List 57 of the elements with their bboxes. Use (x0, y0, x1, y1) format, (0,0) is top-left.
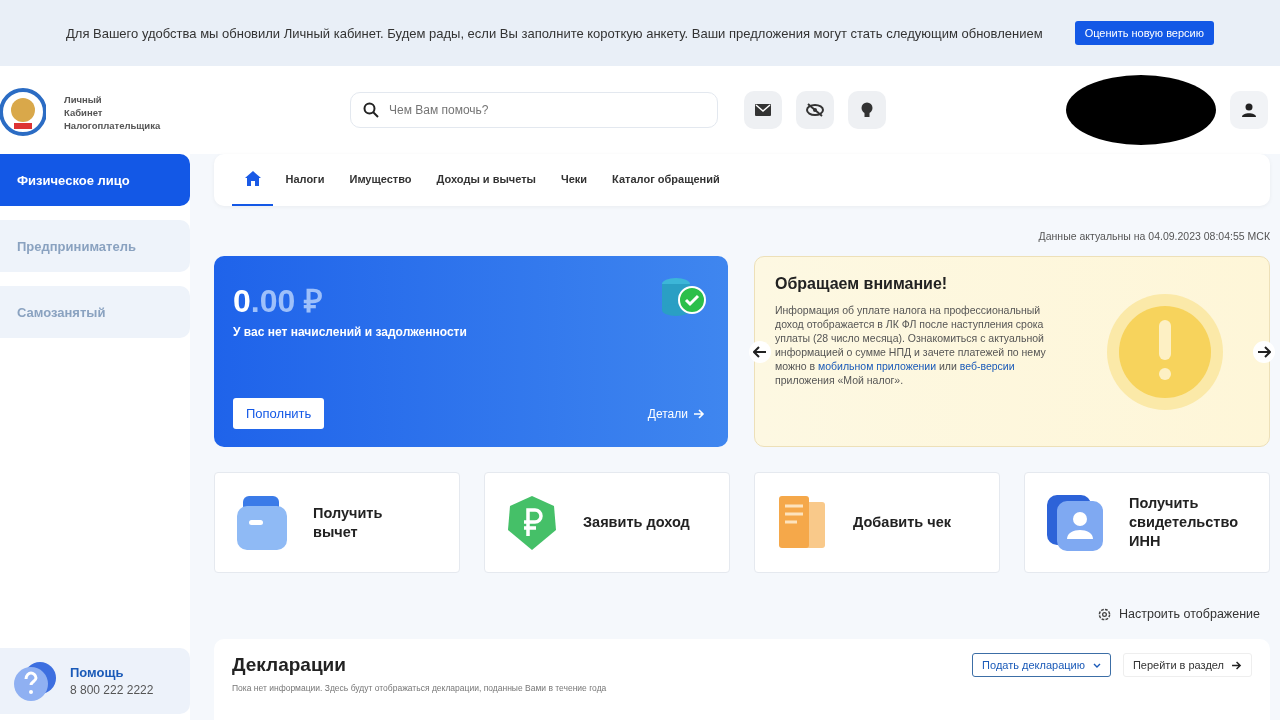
nav-tab[interactable]: Налоги (273, 154, 337, 206)
arrow-right-icon (1232, 660, 1242, 670)
action-label: Получить вычет (313, 503, 384, 542)
wallet-icon (235, 493, 289, 552)
balance-amount: 0.00 ₽ (233, 282, 324, 321)
empty-state-text: Пока нет информации. Здесь будут отображаться декларации, поданные Вами в течение года (232, 683, 608, 693)
logo-text: Личный (64, 92, 103, 106)
action-label: Добавить чек (853, 513, 951, 532)
action-card[interactable]: Добавить чек (754, 472, 1000, 573)
mail-icon[interactable] (744, 91, 782, 129)
previous-arrow-button[interactable] (749, 341, 771, 363)
arrow-left-icon (753, 346, 767, 358)
details-link[interactable]: Детали (647, 406, 705, 421)
display-settings-link[interactable]: Настроить отображение (1098, 605, 1260, 623)
app-link[interactable]: мобильном приложении (818, 360, 937, 372)
search-field[interactable]: Чем Вам помочь? (350, 92, 718, 128)
exclamation-icon (1105, 291, 1225, 412)
chevron-down-icon (1092, 662, 1101, 668)
help-card[interactable]: Помощь 8 800 222 2222 (0, 648, 190, 714)
nav-tab[interactable]: Чеки (548, 154, 600, 206)
lightbulb-icon[interactable] (848, 91, 886, 129)
sidebar-item[interactable]: Физическое лицо (0, 154, 190, 206)
action-card[interactable]: Получить вычет (214, 472, 460, 573)
balance-caption: У вас нет начислений и задолженности (233, 325, 467, 339)
logo-text: Кабинет (64, 105, 104, 119)
action-label: Заявить доход (583, 513, 690, 532)
help-phone: 8 800 222 2222 (70, 683, 154, 697)
help-title: Помощь (70, 665, 125, 680)
data-updated-text: Данные актуальны на 04.09.2023 08:04:55 МСК (1037, 229, 1270, 244)
user-icon[interactable] (1230, 91, 1268, 129)
action-card[interactable]: Заявить доход (484, 472, 730, 573)
top-up-button[interactable]: Пополнить (233, 398, 325, 429)
rate-version-button[interactable]: Оценить новую версию (1074, 21, 1214, 45)
nav-tab[interactable]: Доходы и вычеты (424, 154, 549, 206)
question-icon (12, 660, 58, 702)
arrow-right-icon (1257, 346, 1271, 358)
notice-title: Обращаем внимание! (775, 275, 949, 293)
search-icon (363, 102, 379, 118)
coins-check-icon (660, 276, 706, 318)
notice-paragraph: Информация об уплате налога на профессиональный доход отображается в ЛК ФЛ после наступления срока уплаты (28 число месяца). Ознакомиться с актуальной информацией о сумме НПД и зачете платежей по нему можно в мобильном приложении или веб-версии приложения «Мой налог». (775, 303, 1047, 387)
action-card[interactable]: Получить свидетельство ИНН (1024, 472, 1270, 573)
action-label: Получить свидетельство ИНН (1129, 494, 1239, 551)
logo-text: Налогоплательщика (64, 118, 161, 132)
go-to-section-button[interactable]: Перейти в раздел (1122, 653, 1252, 677)
arrow-right-icon (694, 408, 705, 419)
gear-icon (1098, 607, 1111, 621)
app-link[interactable]: веб-версии (959, 360, 1015, 372)
next-arrow-button[interactable] (1253, 341, 1275, 363)
nav-tab[interactable]: Имущество (336, 154, 425, 206)
id-card-icon (1045, 492, 1105, 553)
banner-text: Для Вашего удобства мы обновили Личный кабинет. Будем рады, если Вы заполните короткую анкету. Ваши предложения могут стать следующим обновлением (66, 25, 1043, 41)
declarations-title: Декларации (232, 654, 346, 676)
eye-hidden-icon[interactable] (796, 91, 834, 129)
ruble-icon (505, 493, 559, 552)
submit-declaration-button[interactable]: Подать декларацию (972, 653, 1111, 677)
nav-tab[interactable]: Каталог обращений (599, 154, 733, 206)
home-icon (244, 170, 261, 186)
